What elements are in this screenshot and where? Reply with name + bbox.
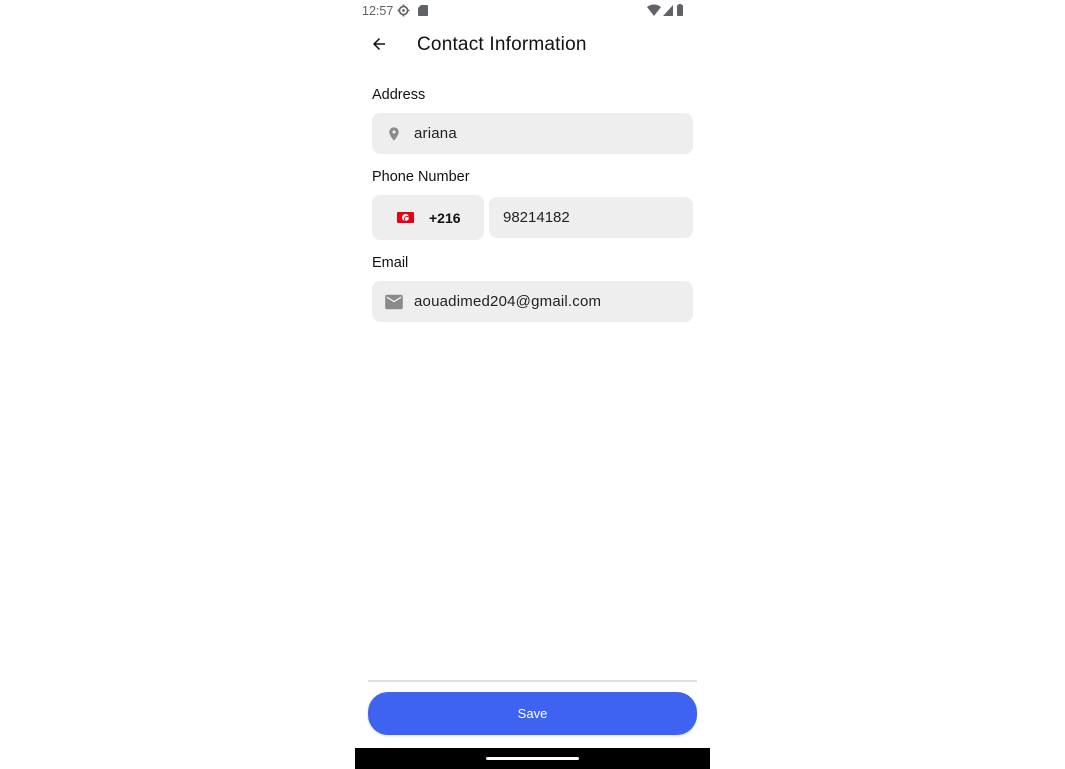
system-nav-bar (355, 748, 710, 769)
status-time: 12:57 (362, 4, 394, 18)
cellular-signal-icon (663, 5, 673, 16)
phone-number-value: 98214182 (503, 209, 570, 226)
footer-divider (368, 680, 697, 682)
location-pin-icon (384, 124, 404, 144)
sd-card-icon (418, 5, 428, 16)
wifi-icon (647, 4, 661, 16)
phone-label: Phone Number (372, 169, 470, 185)
tunisia-flag-icon (397, 212, 414, 223)
email-label: Email (372, 255, 409, 271)
app-bar: Contact Information (355, 22, 710, 68)
home-gesture-bar[interactable] (486, 757, 579, 760)
settings-notification-icon (397, 4, 410, 17)
status-bar: 12:57 (355, 0, 710, 22)
address-label: Address (372, 87, 426, 103)
email-value: aouadimed204@gmail.com (414, 293, 602, 310)
dial-code: +216 (429, 209, 461, 226)
phone-screen: 12:57 Contact Information Address ariana… (355, 0, 710, 769)
country-code-picker[interactable]: +216 (372, 195, 484, 240)
back-button[interactable] (365, 30, 393, 58)
page-title: Contact Information (417, 34, 587, 55)
address-field[interactable]: ariana (372, 113, 693, 154)
arrow-back-icon (373, 38, 385, 50)
status-indicators (647, 4, 683, 16)
screen: 12:57 Contact Information Address ariana… (0, 0, 1065, 769)
email-field[interactable]: aouadimed204@gmail.com (372, 281, 693, 322)
mail-icon (384, 292, 404, 312)
phone-number-field[interactable]: 98214182 (489, 197, 693, 238)
address-value: ariana (414, 125, 457, 142)
save-button[interactable]: Save (368, 692, 697, 735)
battery-icon (677, 5, 683, 16)
